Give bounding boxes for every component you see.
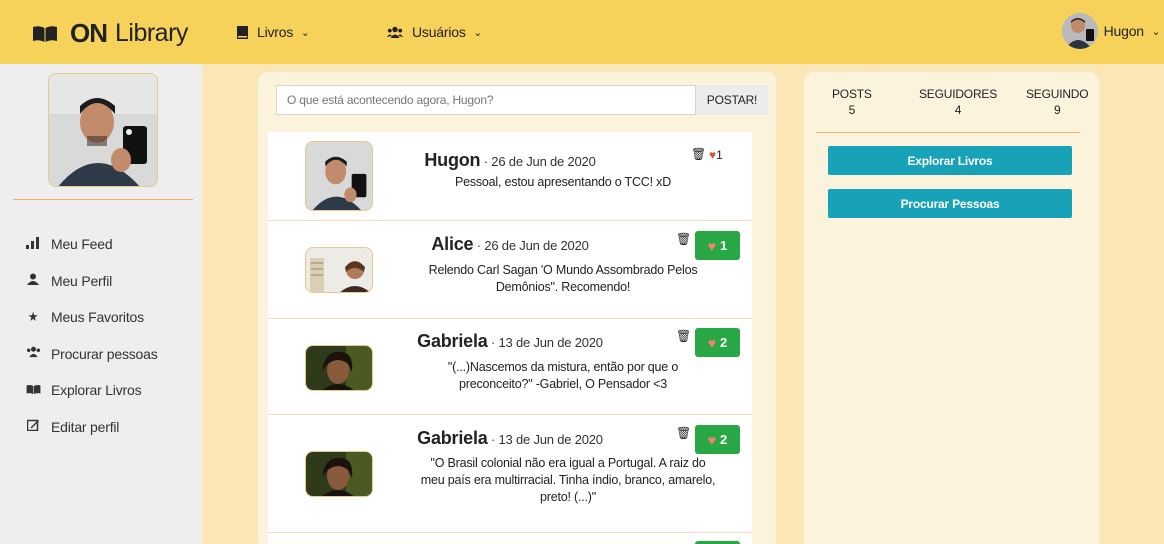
edit-icon (24, 419, 42, 434)
like-count: 2 (720, 335, 728, 350)
brand-on: ON (70, 18, 108, 48)
post-text: "(...)Nascemos da mistura, então por que… (447, 360, 679, 391)
post-date: · 26 de Jun de 2020 (473, 238, 589, 253)
sidebar-item-find-people[interactable]: Procurar pessoas (24, 336, 158, 373)
like-button[interactable]: ♥1 (695, 231, 740, 260)
sidebar-item-edit-profile[interactable]: Editar perfil (24, 409, 158, 446)
user-icon (24, 273, 42, 288)
profile-photo (48, 73, 158, 187)
brand-logo[interactable]: ON Library (32, 18, 188, 49)
stat-followers[interactable]: SEGUIDORES 4 (919, 87, 997, 117)
sidebar-item-explore-books[interactable]: Explorar Livros (24, 372, 158, 409)
username-label: Hugon (1103, 23, 1144, 39)
trash-icon[interactable]: 🗑 (691, 147, 706, 161)
post-date: · 13 de Jun de 2020 (487, 432, 603, 447)
nav-books-label: Livros (257, 24, 294, 40)
sidebar-item-feed[interactable]: Meu Feed (24, 226, 158, 263)
post-item: Gabriela · 13 de Jun de 2020 "O Brasil c… (268, 415, 752, 533)
post-author-name[interactable]: Hugon (424, 150, 480, 170)
stat-posts-label: POSTS (832, 87, 872, 101)
chevron-down-icon: ⌄ (1151, 25, 1160, 38)
status-input[interactable] (276, 85, 696, 115)
sidebar-item-label: Meu Perfil (51, 272, 113, 289)
like-count: 2 (720, 432, 728, 447)
user-menu[interactable]: Hugon ⌄ (1061, 13, 1164, 49)
nav-users-label: Usuários (412, 24, 466, 40)
stat-following-value: 9 (1053, 103, 1061, 117)
sidebar-item-label: Meu Feed (51, 236, 113, 253)
brand-library: Library (115, 19, 188, 47)
like-button[interactable]: ♥1 (709, 148, 723, 162)
trash-icon[interactable]: 🗑 (676, 426, 691, 440)
like-button[interactable]: ♥ 2 (695, 328, 740, 357)
feed-icon (24, 236, 42, 252)
profile-stats-panel: POSTS 5 SEGUIDORES 4 SEGUINDO 9 Explorar… (804, 72, 1099, 544)
heart-icon: ♥ (707, 431, 717, 448)
book-icon (237, 25, 248, 39)
post-author-name[interactable]: Gabriela (417, 331, 488, 351)
stat-followers-value: 4 (954, 103, 962, 117)
find-people-button[interactable]: Procurar Pessoas (828, 189, 1072, 218)
stat-following-label: SEGUINDO (1026, 87, 1089, 101)
post-author-photo[interactable] (305, 451, 373, 497)
sidebar-divider (13, 199, 193, 200)
post-item (268, 533, 752, 544)
chevron-down-icon: ⌄ (473, 26, 482, 39)
heart-icon: ♥ (707, 237, 717, 254)
sidebar-item-label: Editar perfil (51, 418, 120, 435)
post-author-name[interactable]: Gabriela (417, 428, 488, 448)
post-date: · 26 de Jun de 2020 (480, 154, 596, 169)
sidebar-item-favorites[interactable]: ★ Meus Favoritos (24, 299, 158, 336)
nav-users-menu[interactable]: Usuários ⌄ (387, 24, 482, 40)
nav-books-menu[interactable]: Livros ⌄ (237, 24, 309, 40)
post-button[interactable]: POSTAR! (696, 85, 768, 115)
post-item: Hugon · 26 de Jun de 2020 Pessoal, estou… (268, 132, 752, 221)
like-count: 1 (720, 238, 728, 253)
stat-following[interactable]: SEGUINDO 9 (1026, 87, 1089, 117)
avatar (1061, 13, 1098, 49)
post-item: Alice · 26 de Jun de 2020 Relendo Carl S… (268, 221, 752, 319)
sidebar-item-label: Explorar Livros (51, 382, 142, 399)
users-icon (24, 346, 42, 361)
post-author-name[interactable]: Alice (431, 234, 473, 254)
sidebar-menu: Meu Feed Meu Perfil ★ Meus Favoritos Pro… (24, 226, 158, 445)
trash-icon[interactable]: 🗑 (676, 232, 691, 246)
top-navbar: ON Library Livros ⌄ Usuários ⌄ Hugon ⌄ (0, 0, 1164, 64)
post-date: · 13 de Jun de 2020 (487, 335, 603, 350)
sidebar-item-profile[interactable]: Meu Perfil (24, 263, 158, 300)
post-header: Hugon · 26 de Jun de 2020 (268, 150, 752, 171)
star-icon: ★ (27, 309, 39, 325)
open-book-icon (33, 25, 57, 42)
like-button[interactable]: ♥ 2 (695, 425, 740, 454)
explore-books-button[interactable]: Explorar Livros (828, 146, 1072, 175)
book-icon (24, 383, 42, 398)
post-text: Relendo Carl Sagan 'O Mundo Assombrado P… (428, 263, 698, 294)
post-item: Gabriela · 13 de Jun de 2020 "(...)Nasce… (268, 319, 752, 415)
heart-icon: ♥ (707, 334, 717, 351)
chevron-down-icon: ⌄ (301, 26, 310, 39)
stat-posts[interactable]: POSTS 5 (832, 87, 872, 117)
post-text: Pessoal, estou apresentando o TCC! xD (454, 175, 672, 189)
left-sidebar: Meu Feed Meu Perfil ★ Meus Favoritos Pro… (0, 64, 202, 544)
trash-icon[interactable]: 🗑 (676, 329, 691, 343)
sidebar-item-label: Procurar pessoas (51, 345, 158, 362)
like-count: 1 (716, 148, 723, 162)
stat-posts-value: 5 (848, 103, 856, 117)
users-icon (387, 26, 403, 38)
sidebar-item-label: Meus Favoritos (51, 309, 144, 326)
post-text: "O Brasil colonial não era igual a Portu… (420, 456, 716, 504)
stat-followers-label: SEGUIDORES (919, 87, 998, 101)
feed-panel: POSTAR! Hugon · 26 de Jun de 2020 Pessoa… (258, 72, 776, 544)
stats-divider (816, 132, 1080, 133)
